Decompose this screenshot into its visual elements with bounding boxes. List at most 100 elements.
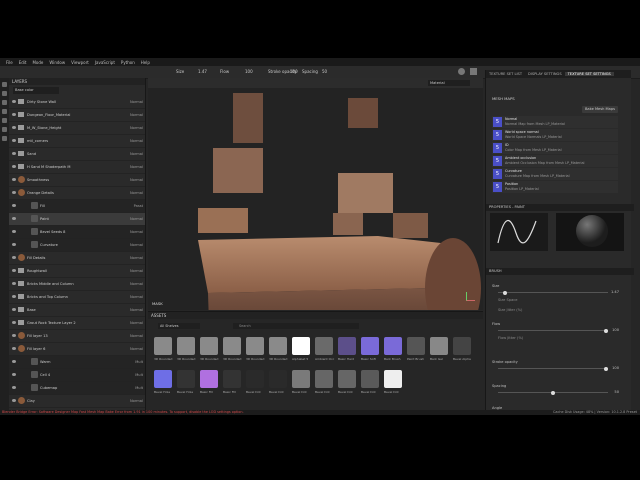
asset-thumbnail[interactable] — [246, 337, 264, 355]
layer-blend-mode[interactable]: Mult — [135, 360, 143, 364]
mesh-map-slot[interactable]: 5 Curvature Curvature Map from Mesh LP_Mat… — [492, 168, 618, 180]
stroke-value[interactable]: 100 — [290, 69, 298, 74]
asset-thumbnail[interactable] — [154, 370, 172, 388]
visibility-eye-icon[interactable] — [12, 347, 16, 350]
visibility-eye-icon[interactable] — [12, 152, 16, 155]
layer-row[interactable]: mtl_corners Normal — [9, 135, 145, 148]
asset-thumbnail[interactable] — [384, 337, 402, 355]
asset-thumbnail[interactable] — [361, 337, 379, 355]
tab-display-settings[interactable]: DISPLAY SETTINGS — [525, 72, 565, 76]
layer-blend-mode[interactable]: Normal — [130, 282, 143, 286]
layer-blend-mode[interactable]: Normal — [130, 126, 143, 130]
color-picker-icon[interactable] — [2, 136, 7, 141]
layer-blend-mode[interactable]: Normal — [130, 165, 143, 169]
layer-row[interactable]: Bevel Seeds 8 Normal — [9, 226, 145, 239]
asset-thumbnail[interactable] — [223, 370, 241, 388]
menu-item-mode[interactable]: Mode — [32, 60, 43, 65]
layer-blend-mode[interactable]: Normal — [130, 308, 143, 312]
asset-thumbnail[interactable] — [292, 337, 310, 355]
layer-blend-mode[interactable]: Normal — [130, 256, 143, 260]
brush-slider[interactable] — [498, 390, 608, 395]
brush-value[interactable]: 100 — [612, 328, 619, 332]
menu-item-viewport[interactable]: Viewport — [71, 60, 89, 65]
menu-item-javascript[interactable]: JavaScript — [95, 60, 115, 65]
visibility-eye-icon[interactable] — [12, 243, 16, 246]
asset-thumbnail[interactable] — [384, 370, 402, 388]
visibility-eye-icon[interactable] — [12, 230, 16, 233]
layer-row[interactable]: Bricks and Top Column Normal — [9, 291, 145, 304]
layer-row[interactable]: Roughtwall Normal — [9, 265, 145, 278]
visibility-eye-icon[interactable] — [12, 282, 16, 285]
menu-item-edit[interactable]: Edit — [19, 60, 27, 65]
size-value[interactable]: 1.47 — [198, 69, 207, 74]
asset-thumbnail[interactable] — [361, 370, 379, 388]
mesh-map-slot[interactable]: 5 World space normal World Space Normals L… — [492, 129, 618, 141]
layer-row[interactable]: Orange Details Normal — [9, 187, 145, 200]
asset-thumbnail[interactable] — [338, 337, 356, 355]
flow-value[interactable]: 100 — [245, 69, 253, 74]
layer-blend-mode[interactable]: Normal — [130, 217, 143, 221]
visibility-eye-icon[interactable] — [12, 399, 16, 402]
visibility-eye-icon[interactable] — [12, 126, 16, 129]
slider-knob[interactable] — [604, 366, 608, 371]
visibility-eye-icon[interactable] — [12, 256, 16, 259]
smudge-icon[interactable] — [2, 118, 7, 123]
menu-item-file[interactable]: File — [6, 60, 13, 65]
layer-row[interactable]: Cubemap Mult — [9, 382, 145, 395]
asset-thumbnail[interactable] — [315, 370, 333, 388]
layer-blend-mode[interactable]: Normal — [130, 295, 143, 299]
menu-item-window[interactable]: Window — [49, 60, 65, 65]
tab-texture-set-list[interactable]: TEXTURE SET LIST — [486, 72, 525, 76]
asset-thumbnail[interactable] — [177, 370, 195, 388]
layer-row[interactable]: Curvature Normal — [9, 239, 145, 252]
slider-knob[interactable] — [551, 390, 555, 395]
layer-blend-mode[interactable]: Normal — [130, 100, 143, 104]
mesh-map-slot[interactable]: 5 Ambient occlusion Ambient Occlusion Map … — [492, 155, 618, 167]
viewport-material-select[interactable]: Material — [428, 80, 470, 86]
paint-brush-icon[interactable] — [2, 82, 7, 87]
asset-thumbnail[interactable] — [246, 370, 264, 388]
clone-icon[interactable] — [2, 127, 7, 132]
layer-blend-mode[interactable]: Normal — [130, 139, 143, 143]
brush-slider[interactable] — [498, 328, 608, 333]
layer-row[interactable]: Dirty Stone Wall Normal — [9, 96, 145, 109]
layer-row[interactable]: Clay Normal — [9, 395, 145, 408]
visibility-eye-icon[interactable] — [12, 386, 16, 389]
menu-item-help[interactable]: Help — [141, 60, 150, 65]
visibility-eye-icon[interactable] — [12, 113, 16, 116]
mesh-map-slot[interactable]: 5 Position Position LP_Material — [492, 181, 618, 193]
asset-thumbnail[interactable] — [292, 370, 310, 388]
eraser-icon[interactable] — [2, 91, 7, 96]
visibility-eye-icon[interactable] — [12, 217, 16, 220]
layer-blend-mode[interactable]: Normal — [130, 230, 143, 234]
asset-thumbnail[interactable] — [177, 337, 195, 355]
layer-row[interactable]: Fill layer 6 Normal — [9, 343, 145, 356]
visibility-eye-icon[interactable] — [12, 178, 16, 181]
asset-thumbnail[interactable] — [407, 337, 425, 355]
brush-value[interactable]: 1.47 — [611, 290, 619, 294]
asset-thumbnail[interactable] — [430, 337, 448, 355]
visibility-eye-icon[interactable] — [12, 308, 16, 311]
layer-blend-mode[interactable]: Normal — [130, 321, 143, 325]
layer-row[interactable]: H Sand M Shaderpath M Normal — [9, 161, 145, 174]
bake-mesh-maps-button[interactable]: Bake Mesh Maps — [582, 106, 618, 113]
layer-row[interactable]: Bricks Middle and Column Normal — [9, 278, 145, 291]
layer-blend-mode[interactable]: Normal — [130, 269, 143, 273]
brush-value[interactable]: 100 — [612, 366, 619, 370]
layer-row[interactable]: Fill layer 13 Normal — [9, 330, 145, 343]
3d-viewport[interactable]: Material MASK — [148, 78, 483, 310]
asset-search-input[interactable]: Search — [233, 323, 359, 329]
visibility-eye-icon[interactable] — [12, 204, 16, 207]
layer-blend-mode[interactable]: Mult — [135, 386, 143, 390]
layer-row[interactable]: Warm Mult — [9, 356, 145, 369]
channel-select[interactable]: Base color — [13, 87, 59, 94]
slider-knob[interactable] — [604, 328, 608, 333]
layer-row[interactable]: Sand Normal — [9, 148, 145, 161]
visibility-eye-icon[interactable] — [12, 165, 16, 168]
asset-thumbnail[interactable] — [269, 370, 287, 388]
visibility-eye-icon[interactable] — [12, 269, 16, 272]
layer-blend-mode[interactable]: Passt — [134, 204, 143, 208]
asset-thumbnail[interactable] — [154, 337, 172, 355]
layer-row[interactable]: Grout Rock Texture Layer 2 Normal — [9, 317, 145, 330]
layer-blend-mode[interactable]: Normal — [130, 178, 143, 182]
